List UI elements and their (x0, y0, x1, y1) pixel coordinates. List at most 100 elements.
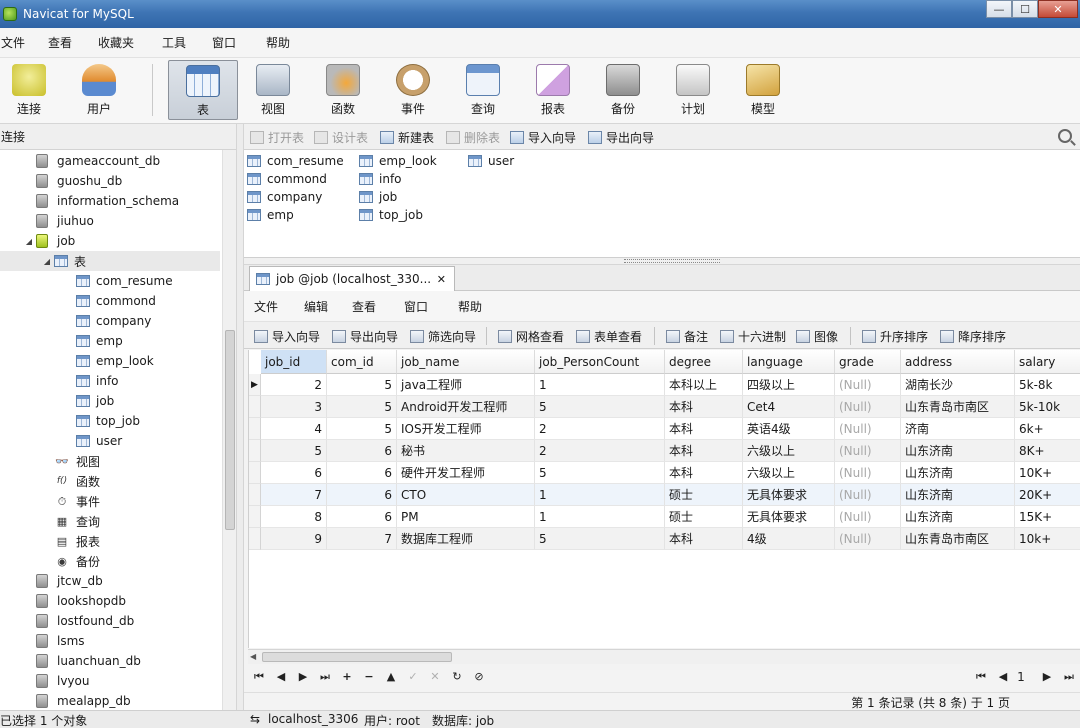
grid-cell-salary[interactable]: 20K+ (1015, 484, 1080, 506)
tree-scrollbar-thumb[interactable] (225, 330, 235, 530)
splitter-grip[interactable] (624, 259, 720, 263)
next-page-icon[interactable]: ▶ (1040, 670, 1054, 683)
grid-cell-salary[interactable]: 15K+ (1015, 506, 1080, 528)
tree-scrollbar[interactable] (222, 150, 236, 710)
current-row-indicator-icon[interactable]: ▶ (249, 374, 261, 396)
grid-cell-salary[interactable]: 10k+ (1015, 528, 1080, 550)
tree-item-events[interactable]: ⏱ 事件 (0, 491, 220, 511)
grid-cell-address[interactable]: 山东济南 (901, 506, 1015, 528)
query-button[interactable]: 查询 (448, 60, 518, 120)
maximize-button[interactable]: ☐ (1012, 0, 1038, 18)
refresh-icon[interactable]: ↻ (450, 670, 464, 683)
grid-cell-com-id[interactable]: 6 (327, 506, 397, 528)
column-header-job-personcount[interactable]: job_PersonCount (535, 350, 665, 374)
table-row[interactable]: 9 7 数据库工程师 5 本科 4级 (Null) 山东青岛市南区 10k+ (249, 528, 1080, 550)
grid-cell-degree[interactable]: 硕士 (665, 506, 743, 528)
table-list-item[interactable]: job (359, 188, 397, 206)
export-wizard-button[interactable]: 导出向导 (332, 328, 398, 344)
connection-button[interactable]: 连接 (0, 60, 64, 120)
tree-item-table[interactable]: job (0, 391, 220, 411)
hex-button[interactable]: 十六进制 (720, 328, 786, 344)
expand-arrow-icon[interactable]: ◢ (24, 237, 34, 246)
export-wizard-button[interactable]: 导出向导 (588, 129, 654, 145)
tree-item-lookshopdb[interactable]: lookshopdb (0, 591, 220, 611)
grid-cell-job-name[interactable]: PM (397, 506, 535, 528)
tree-item-table[interactable]: emp (0, 331, 220, 351)
grid-cell-grade[interactable]: (Null) (835, 374, 901, 396)
page-number[interactable]: 1 (1014, 670, 1028, 684)
menu-view[interactable]: 查看 (48, 34, 72, 51)
editor-menu-window[interactable]: 窗口 (404, 298, 428, 315)
grid-cell-degree[interactable]: 本科 (665, 418, 743, 440)
grid-cell-degree[interactable]: 本科以上 (665, 374, 743, 396)
prev-record-icon[interactable]: ◀ (274, 670, 288, 683)
grid-cell-grade[interactable]: (Null) (835, 462, 901, 484)
grid-cell-language[interactable]: 英语4级 (743, 418, 835, 440)
table-list-item[interactable]: emp_look (359, 152, 437, 170)
sort-descending-button[interactable]: 降序排序 (940, 328, 1006, 344)
grid-cell-language[interactable]: 四级以上 (743, 374, 835, 396)
table-row[interactable]: 8 6 PM 1 硕士 无具体要求 (Null) 山东济南 15K+ (249, 506, 1080, 528)
report-button[interactable]: 报表 (518, 60, 588, 120)
row-selector[interactable] (249, 528, 261, 550)
search-icon[interactable] (1058, 129, 1072, 143)
tree-item-information-schema[interactable]: information_schema (0, 191, 220, 211)
tree-item-job-db[interactable]: ◢ job (0, 231, 220, 251)
grid-cell-address[interactable]: 湖南长沙 (901, 374, 1015, 396)
editor-menu-help[interactable]: 帮助 (458, 298, 482, 315)
menu-file[interactable]: 文件 (1, 34, 25, 51)
grid-cell-address[interactable]: 山东济南 (901, 462, 1015, 484)
memo-button[interactable]: 备注 (666, 328, 708, 344)
grid-cell-job-id[interactable]: 9 (261, 528, 327, 550)
editor-menu-view[interactable]: 查看 (352, 298, 376, 315)
grid-cell-address[interactable]: 山东青岛市南区 (901, 396, 1015, 418)
tree-item-table[interactable]: top_job (0, 411, 220, 431)
grid-cell-salary[interactable]: 6k+ (1015, 418, 1080, 440)
column-header-com-id[interactable]: com_id (327, 350, 397, 374)
model-button[interactable]: 模型 (728, 60, 798, 120)
tree-item-luanchuan-db[interactable]: luanchuan_db (0, 651, 220, 671)
grid-cell-job-id[interactable]: 2 (261, 374, 327, 396)
grid-cell-job-id[interactable]: 4 (261, 418, 327, 440)
grid-cell-grade[interactable]: (Null) (835, 506, 901, 528)
tree-item-gameaccount-db[interactable]: gameaccount_db (0, 151, 220, 171)
column-header-job-name[interactable]: job_name (397, 350, 535, 374)
grid-cell-job-id[interactable]: 7 (261, 484, 327, 506)
grid-cell-grade[interactable]: (Null) (835, 528, 901, 550)
grid-cell-address[interactable]: 山东济南 (901, 440, 1015, 462)
row-selector[interactable] (249, 506, 261, 528)
schedule-button[interactable]: 计划 (658, 60, 728, 120)
grid-cell-job-id[interactable]: 3 (261, 396, 327, 418)
import-wizard-button[interactable]: 导入向导 (510, 129, 576, 145)
tree-item-lostfound-db[interactable]: lostfound_db (0, 611, 220, 631)
table-row[interactable]: 4 5 IOS开发工程师 2 本科 英语4级 (Null) 济南 6k+ (249, 418, 1080, 440)
grid-horizontal-scrollbar[interactable]: ◀ (248, 649, 1080, 664)
add-record-icon[interactable]: + (340, 670, 354, 683)
tree-item-table[interactable]: com_resume (0, 271, 220, 291)
grid-cell-salary[interactable]: 5k-10k (1015, 396, 1080, 418)
pane-splitter[interactable] (236, 124, 244, 710)
table-button[interactable]: 表 (168, 60, 238, 120)
grid-cell-degree[interactable]: 本科 (665, 462, 743, 484)
grid-cell-job-personcount[interactable]: 5 (535, 462, 665, 484)
tree-item-functions[interactable]: f() 函数 (0, 471, 220, 491)
table-row[interactable]: 6 6 硬件开发工程师 5 本科 六级以上 (Null) 山东济南 10K+ (249, 462, 1080, 484)
connection-tree[interactable]: gameaccount_db guoshu_db information_sch… (0, 150, 236, 710)
grid-cell-degree[interactable]: 本科 (665, 528, 743, 550)
column-header-job-id[interactable]: job_id (261, 350, 327, 374)
row-selector[interactable] (249, 396, 261, 418)
editor-menu-edit[interactable]: 编辑 (304, 298, 328, 315)
grid-cell-job-name[interactable]: 硬件开发工程师 (397, 462, 535, 484)
grid-cell-grade[interactable]: (Null) (835, 396, 901, 418)
tree-item-table[interactable]: emp_look (0, 351, 220, 371)
grid-cell-salary[interactable]: 10K+ (1015, 462, 1080, 484)
filter-wizard-button[interactable]: 筛选向导 (410, 328, 476, 344)
new-table-button[interactable]: 新建表 (380, 129, 434, 145)
menu-tools[interactable]: 工具 (162, 34, 186, 51)
grid-cell-salary[interactable]: 8K+ (1015, 440, 1080, 462)
tab-job-table[interactable]: job @job (localhost_330... ✕ (249, 266, 455, 291)
grid-cell-job-personcount[interactable]: 5 (535, 396, 665, 418)
tree-item-table[interactable]: commond (0, 291, 220, 311)
grid-cell-job-personcount[interactable]: 2 (535, 440, 665, 462)
grid-cell-salary[interactable]: 5k-8k (1015, 374, 1080, 396)
